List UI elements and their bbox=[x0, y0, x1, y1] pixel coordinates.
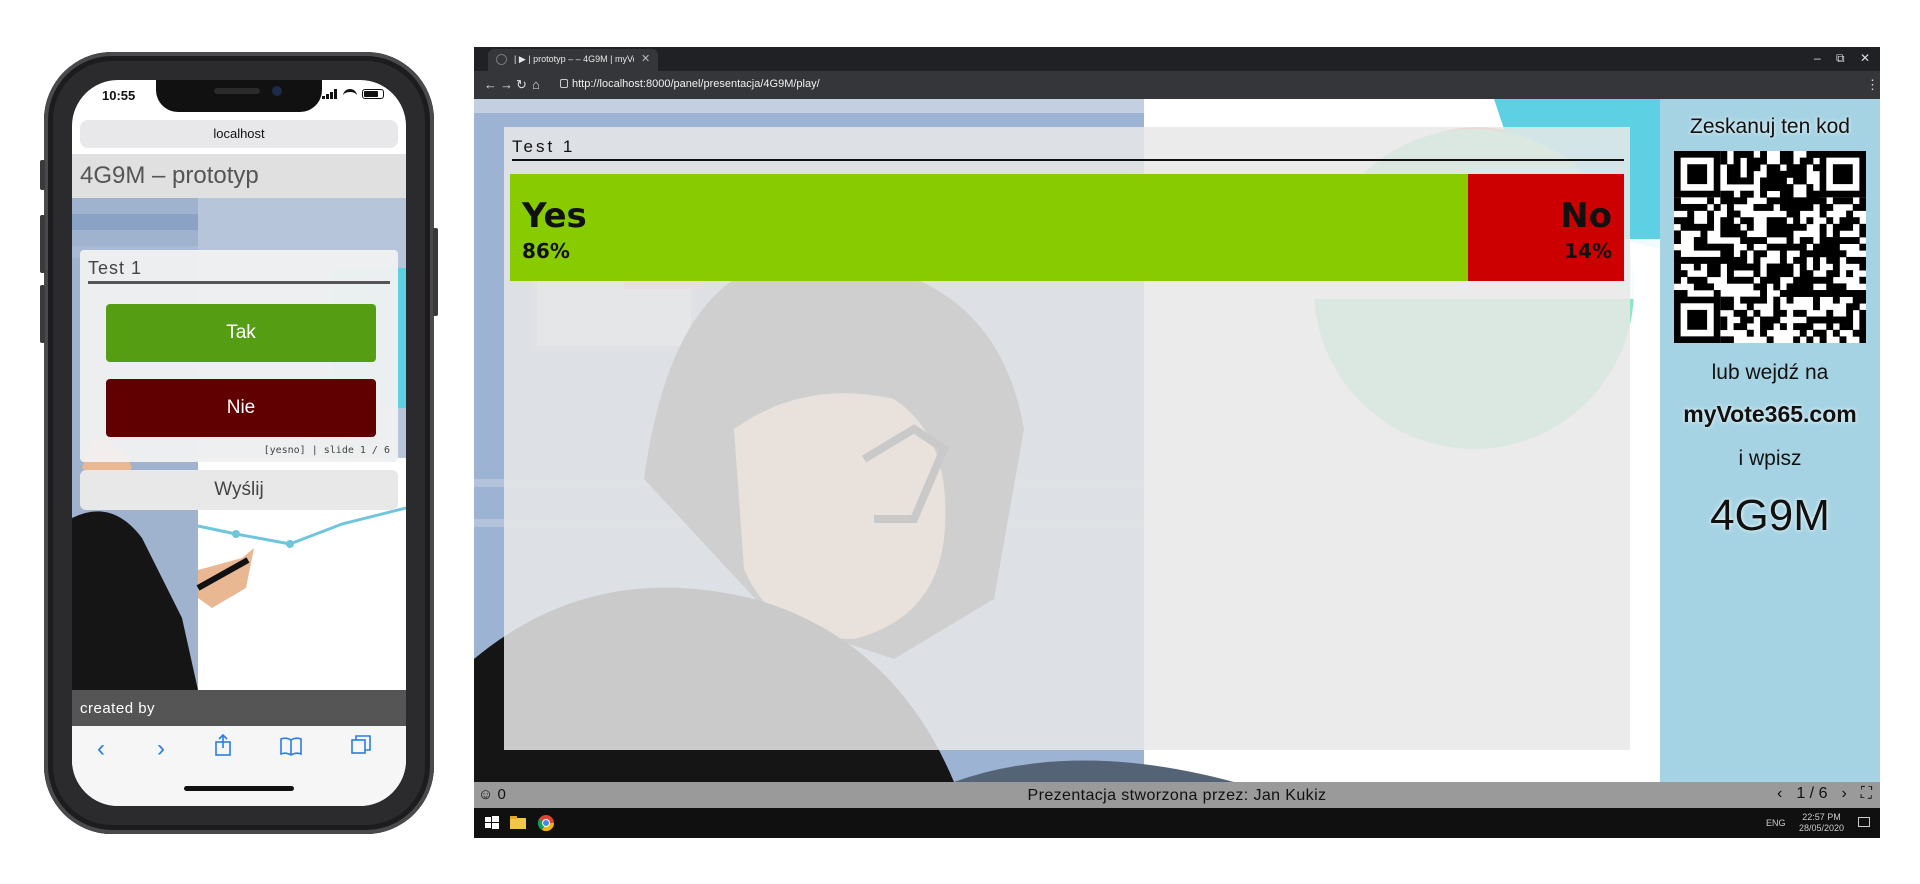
taskbar-clock[interactable]: 22:57 PM 28/05/2020 bbox=[1799, 812, 1844, 834]
presentation-credit: Prezentacja stworzona przez: Jan Kukiz bbox=[1027, 787, 1327, 804]
join-code: 4G9M bbox=[1710, 491, 1830, 540]
notification-icon[interactable] bbox=[1858, 817, 1870, 827]
minimize-icon[interactable]: – bbox=[1814, 51, 1821, 65]
file-explorer-icon[interactable] bbox=[508, 813, 528, 833]
browser-toolbar: ← → ↻ ⌂ http://localhost:8000/panel/pres… bbox=[474, 71, 1880, 99]
result-segment-no: No 14% bbox=[1468, 174, 1624, 281]
bookmarks-icon[interactable] bbox=[276, 734, 306, 764]
phone-volume-down bbox=[40, 285, 45, 343]
answer-no-button[interactable]: Nie bbox=[106, 379, 376, 437]
back-icon[interactable]: ← bbox=[484, 77, 497, 92]
created-by-text: created by bbox=[80, 700, 156, 717]
send-button[interactable]: Wyślij bbox=[80, 470, 398, 510]
restore-icon[interactable]: ⧉ bbox=[1836, 51, 1845, 66]
wifi-icon bbox=[343, 89, 357, 99]
back-icon[interactable]: ‹ bbox=[86, 734, 116, 764]
slide-counter: 1 / 6 bbox=[1796, 785, 1828, 802]
language-indicator[interactable]: ENG bbox=[1766, 818, 1786, 828]
slide-pager: ‹ 1 / 6 › ⛶ bbox=[1777, 785, 1872, 803]
slide-meta: [yesno] | slide 1 / 6 bbox=[263, 445, 390, 456]
answer-yes-button[interactable]: Tak bbox=[106, 304, 376, 362]
question-title: Test 1 bbox=[512, 137, 1624, 161]
mobile-question-card: Test 1 Tak Nie [yesno] | slide 1 / 6 bbox=[80, 250, 398, 462]
phone-screen: 10:55 localhost 4G9M – prototyp Test 1 T… bbox=[72, 80, 406, 806]
share-icon[interactable] bbox=[208, 733, 238, 764]
phone-power-button bbox=[433, 228, 438, 316]
tab-title: | ▶ | prototyp – – 4G9M | myVote365 bbox=[514, 54, 634, 64]
home-indicator bbox=[184, 786, 294, 791]
mobile-header: 4G9M – prototyp bbox=[72, 154, 406, 198]
scan-instruction: Zeskanuj ten kod bbox=[1690, 115, 1850, 138]
forward-icon[interactable]: → bbox=[500, 77, 513, 92]
battery-icon bbox=[362, 89, 384, 99]
result-percent-yes: 86% bbox=[522, 239, 570, 263]
close-window-icon[interactable]: ✕ bbox=[1860, 51, 1870, 65]
menu-icon[interactable]: ⋮ bbox=[1866, 77, 1879, 93]
address-bar[interactable]: http://localhost:8000/panel/presentacja/… bbox=[572, 78, 820, 90]
phone-volume-up bbox=[40, 215, 45, 273]
next-slide-icon[interactable]: › bbox=[1841, 785, 1846, 803]
results-panel: Test 1 Yes 86% No 14% bbox=[504, 127, 1630, 750]
qr-code[interactable] bbox=[1674, 151, 1866, 343]
result-label-yes: Yes bbox=[522, 196, 587, 236]
fullscreen-icon[interactable]: ⛶ bbox=[1861, 785, 1872, 803]
prev-slide-icon[interactable]: ‹ bbox=[1777, 785, 1782, 803]
signal-icon bbox=[322, 89, 338, 99]
presentation-footer: ☺ 0 Prezentacja stworzona przez: Jan Kuk… bbox=[474, 782, 1880, 808]
reload-icon[interactable]: ↻ bbox=[516, 77, 527, 93]
status-time: 10:55 bbox=[102, 88, 136, 103]
phone-mute-switch bbox=[40, 160, 45, 190]
mobile-question-title: Test 1 bbox=[88, 258, 390, 284]
tabs-icon[interactable] bbox=[346, 734, 376, 764]
chrome-icon[interactable] bbox=[536, 813, 556, 833]
windows-start-icon[interactable] bbox=[482, 813, 502, 833]
join-sidebar: Zeskanuj ten kod lub wejdź na myVote365.… bbox=[1660, 99, 1880, 782]
result-label-no: No bbox=[1560, 196, 1612, 236]
or-instruction: lub wejdź na bbox=[1711, 361, 1829, 384]
taskbar-time: 22:57 PM bbox=[1802, 812, 1841, 822]
tab-close-icon[interactable]: ✕ bbox=[641, 52, 650, 65]
mobile-page-title: 4G9M – prototyp bbox=[80, 162, 259, 189]
lock-icon bbox=[560, 79, 568, 88]
tab-strip: | ▶ | prototyp – – 4G9M | myVote365 ✕ – … bbox=[474, 47, 1880, 71]
forward-icon[interactable]: › bbox=[146, 734, 176, 764]
presentation-viewport: Test 1 Yes 86% No 14% Zeskanuj ten kod l… bbox=[474, 99, 1880, 782]
tab-favicon-icon bbox=[496, 54, 507, 65]
taskbar-date: 28/05/2020 bbox=[1799, 823, 1845, 833]
home-icon[interactable]: ⌂ bbox=[532, 77, 540, 92]
browser-tab[interactable]: | ▶ | prototyp – – 4G9M | myVote365 ✕ bbox=[488, 49, 658, 71]
mobile-url-bar[interactable]: localhost bbox=[80, 120, 398, 148]
safari-toolbar: ‹ › bbox=[72, 726, 406, 806]
desktop-window: | ▶ | prototyp – – 4G9M | myVote365 ✕ – … bbox=[474, 47, 1880, 838]
windows-taskbar: ENG 22:57 PM 28/05/2020 bbox=[474, 808, 1880, 838]
result-segment-yes: Yes 86% bbox=[510, 174, 1468, 281]
mobile-footer: created by bbox=[72, 690, 406, 726]
phone-notch bbox=[156, 80, 322, 112]
result-percent-no: 14% bbox=[1564, 239, 1612, 263]
site-name: myVote365.com bbox=[1683, 401, 1857, 427]
results-bar: Yes 86% No 14% bbox=[510, 174, 1624, 281]
enter-instruction: i wpisz bbox=[1738, 447, 1802, 470]
